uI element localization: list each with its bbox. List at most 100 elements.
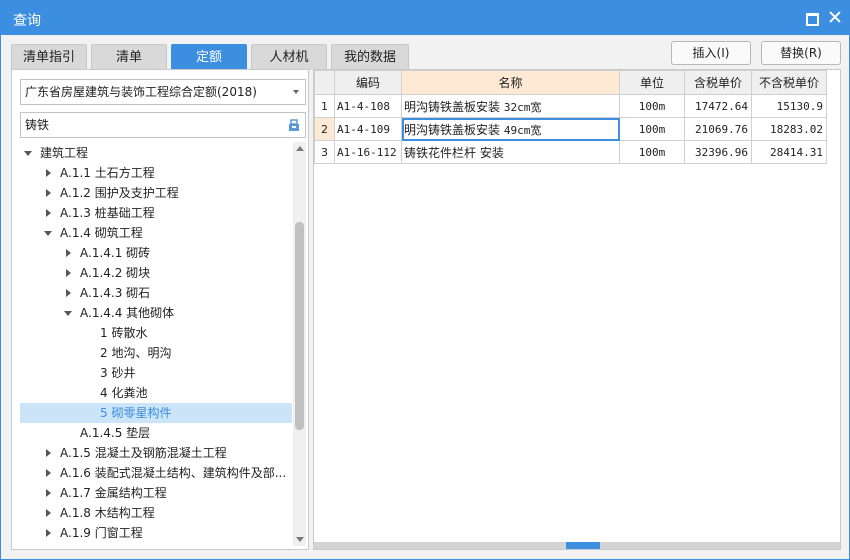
tree-item-label: A.1.8 木结构工程 (60, 506, 155, 520)
tree-item[interactable]: A.1.4.3 砌石 (20, 283, 292, 303)
tree-item[interactable]: A.1.2 围护及支护工程 (20, 183, 292, 203)
expand-down-icon[interactable] (64, 311, 72, 316)
scroll-thumb[interactable] (295, 222, 304, 430)
table-row[interactable]: 3 A1-16-112 铸铁花件栏杆 安装 100m 32396.96 2841… (314, 140, 827, 164)
quota-library-select[interactable]: 广东省房屋建筑与装饰工程综合定额(2018) (20, 79, 306, 105)
header-name[interactable]: 名称 (401, 70, 620, 95)
row-price-tax[interactable]: 32396.96 (684, 140, 752, 164)
scroll-up-icon[interactable] (296, 146, 304, 151)
collapse-right-icon[interactable] (46, 209, 51, 217)
replace-button[interactable]: 替换(R) (761, 41, 841, 65)
tree-item-label: 4 化粪池 (100, 386, 148, 400)
collapse-right-icon[interactable] (66, 269, 71, 277)
row-price-notax[interactable]: 15130.9 (751, 94, 827, 118)
tree-item[interactable]: A.1.8 木结构工程 (20, 503, 292, 523)
tree-item[interactable]: A.1.4.4 其他砌体 (20, 303, 292, 323)
tree-item[interactable]: 建筑工程 (20, 143, 292, 163)
results-table: 编码 名称 单位 含税单价 不含税单价 1 A1-4-108 明沟铸铁盖板安装 … (314, 70, 827, 164)
row-price-notax[interactable]: 18283.02 (751, 117, 827, 141)
row-index: 3 (314, 140, 335, 164)
collapse-right-icon[interactable] (46, 489, 51, 497)
close-icon[interactable] (827, 9, 843, 25)
tree-item-label: 1 砖散水 (100, 326, 148, 340)
tab-bill[interactable]: 清单 (91, 44, 167, 70)
tree-item[interactable]: A.1.4.1 砌砖 (20, 243, 292, 263)
search-icon[interactable] (287, 118, 301, 132)
row-unit[interactable]: 100m (619, 117, 685, 141)
header-code[interactable]: 编码 (334, 70, 402, 95)
tree-item-label: A.1.4 砌筑工程 (60, 226, 143, 240)
row-unit[interactable]: 100m (619, 140, 685, 164)
query-window: 查询 清单指引 清单 定额 人材机 我的数据 插入(I) 替换(R) 广东省房屋… (0, 0, 850, 560)
row-index: 1 (314, 94, 335, 118)
tree-item[interactable]: 4 化粪池 (20, 383, 292, 403)
tree-item-label: A.1.7 金属结构工程 (60, 486, 167, 500)
row-price-tax[interactable]: 17472.64 (684, 94, 752, 118)
table-row[interactable]: 2 A1-4-109 明沟铸铁盖板安装 49cm宽 100m 21069.76 … (314, 117, 827, 141)
collapse-right-icon[interactable] (66, 289, 71, 297)
tree-item[interactable]: A.1.3 桩基础工程 (20, 203, 292, 223)
insert-button[interactable]: 插入(I) (671, 41, 751, 65)
tree-item[interactable]: A.1.7 金属结构工程 (20, 483, 292, 503)
collapse-right-icon[interactable] (46, 449, 51, 457)
maximize-icon[interactable] (803, 9, 819, 26)
expand-down-icon[interactable] (44, 231, 52, 236)
tree-item[interactable]: A.1.4.5 垫层 (20, 423, 292, 443)
tree-item[interactable]: A.1.4 砌筑工程 (20, 223, 292, 243)
collapse-right-icon[interactable] (46, 469, 51, 477)
row-name-text: 明沟铸铁盖板安装 (404, 99, 501, 114)
row-unit[interactable]: 100m (619, 94, 685, 118)
row-price-notax[interactable]: 28414.31 (751, 140, 827, 164)
tree-item-label: A.1.4.3 砌石 (80, 286, 151, 300)
results-grid-panel: 编码 名称 单位 含税单价 不含税单价 1 A1-4-108 明沟铸铁盖板安装 … (313, 69, 841, 550)
header-price-tax[interactable]: 含税单价 (684, 70, 752, 95)
title-bar: 查询 (1, 1, 849, 35)
header-price-notax[interactable]: 不含税单价 (751, 70, 827, 95)
expand-down-icon[interactable] (24, 151, 32, 156)
row-name[interactable]: 明沟铸铁盖板安装 32cm宽 (401, 94, 620, 118)
collapse-right-icon[interactable] (46, 529, 51, 537)
tree-item[interactable]: A.1.1 土石方工程 (20, 163, 292, 183)
scroll-down-icon[interactable] (296, 537, 304, 542)
tab-materials[interactable]: 人材机 (251, 44, 327, 70)
tree-item-label: 3 砂井 (100, 366, 136, 380)
window-title: 查询 (13, 13, 41, 29)
tree-item[interactable]: 1 砖散水 (20, 323, 292, 343)
row-code[interactable]: A1-16-112 (334, 140, 402, 164)
tree-item[interactable]: 5 砌零星构件 (20, 403, 292, 423)
tree-item-label: A.1.2 围护及支护工程 (60, 186, 179, 200)
collapse-right-icon[interactable] (66, 249, 71, 257)
collapse-right-icon[interactable] (46, 189, 51, 197)
tree-item-label: A.1.4.2 砌块 (80, 266, 151, 280)
tree-panel: 广东省房屋建筑与装饰工程综合定额(2018) 铸铁 建筑工程 A.1.1 土石方工… (11, 69, 309, 550)
search-value: 铸铁 (25, 118, 50, 132)
horizontal-scrollbar[interactable] (314, 542, 840, 549)
tab-my-data[interactable]: 我的数据 (331, 44, 409, 70)
tree-item[interactable]: A.1.5 混凝土及钢筋混凝土工程 (20, 443, 292, 463)
tab-bill-guide[interactable]: 清单指引 (11, 44, 87, 70)
header-unit[interactable]: 单位 (619, 70, 685, 95)
chevron-down-icon[interactable] (293, 90, 299, 94)
collapse-right-icon[interactable] (46, 169, 51, 177)
tree-item[interactable]: 3 砂井 (20, 363, 292, 383)
tree-item[interactable]: 2 地沟、明沟 (20, 343, 292, 363)
tab-quota[interactable]: 定额 (171, 44, 247, 70)
row-name[interactable]: 明沟铸铁盖板安装 49cm宽 (401, 117, 620, 141)
table-row[interactable]: 1 A1-4-108 明沟铸铁盖板安装 32cm宽 100m 17472.64 … (314, 94, 827, 118)
row-name[interactable]: 铸铁花件栏杆 安装 (401, 140, 620, 164)
tree-item[interactable]: A.1.9 门窗工程 (20, 523, 292, 543)
search-input[interactable]: 铸铁 (20, 112, 306, 138)
row-code[interactable]: A1-4-109 (334, 117, 402, 141)
collapse-right-icon[interactable] (46, 509, 51, 517)
tree-item-label: A.1.4.4 其他砌体 (80, 306, 175, 320)
category-tree: 建筑工程 A.1.1 土石方工程 A.1.2 围护及支护工程 A.1.3 桩基础工程 A… (20, 142, 292, 546)
tree-item[interactable]: A.1.4.2 砌块 (20, 263, 292, 283)
splitter-handle[interactable] (566, 542, 600, 549)
row-name-spec: 49cm宽 (503, 123, 542, 137)
tree-item-label: A.1.9 门窗工程 (60, 526, 143, 540)
tree-scrollbar[interactable] (293, 142, 306, 546)
tree-item-label: A.1.5 混凝土及钢筋混凝土工程 (60, 446, 227, 460)
row-price-tax[interactable]: 21069.76 (684, 117, 752, 141)
tree-item[interactable]: A.1.6 装配式混凝土结构、建筑构件及部... (20, 463, 292, 483)
row-code[interactable]: A1-4-108 (334, 94, 402, 118)
